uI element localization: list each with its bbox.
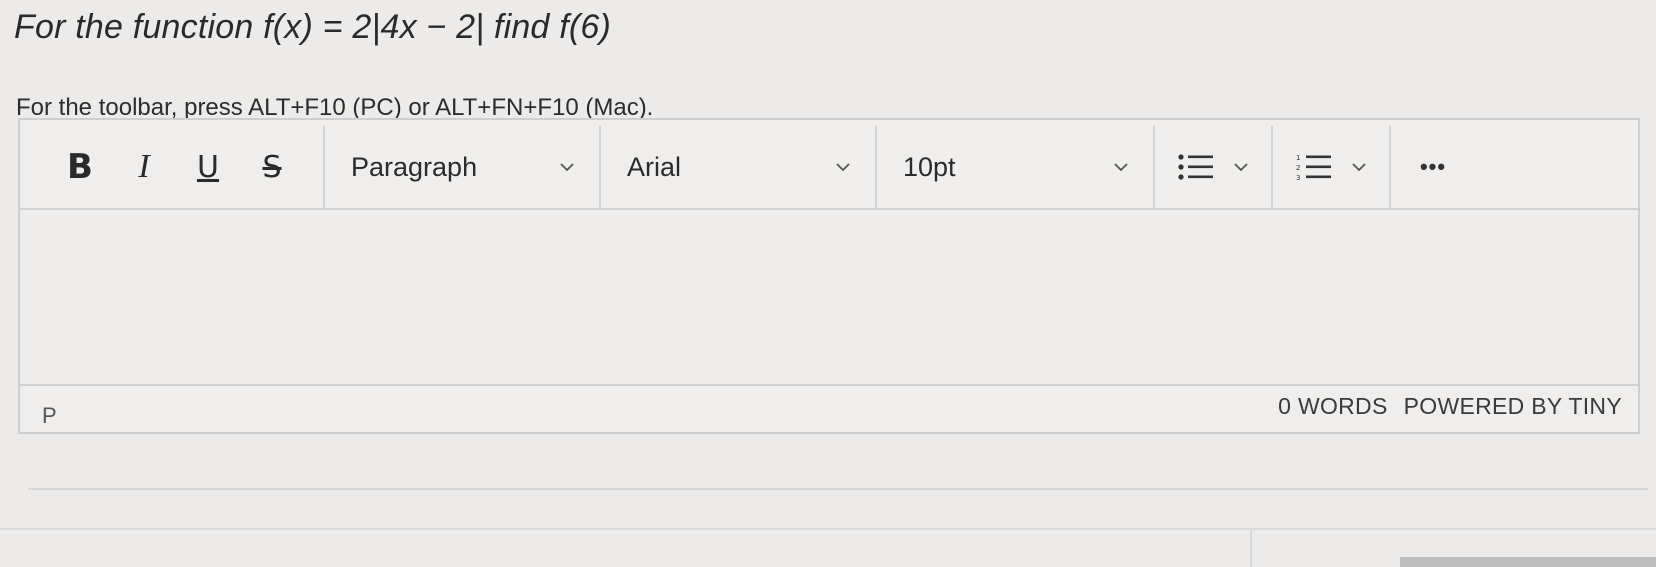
block-format-value: Paragraph [351,151,478,182]
chevron-down-icon [1234,163,1248,172]
chevron-down-icon [1114,163,1128,172]
bold-button[interactable]: B [48,139,112,195]
underline-button[interactable]: U [176,139,240,195]
block-format-select[interactable]: Paragraph [325,126,601,208]
rich-text-editor: B I U S Paragraph Arial 10pt 1 2 3 ••• P… [18,118,1640,434]
italic-button[interactable]: I [112,139,176,195]
editor-toolbar: B I U S Paragraph Arial 10pt 1 2 3 ••• [20,126,1638,210]
editor-content-area[interactable] [20,210,1638,384]
svg-text:2: 2 [1296,164,1300,172]
divider [28,488,1648,490]
more-icon: ••• [1419,154,1447,179]
bullet-list-button[interactable] [1155,126,1273,208]
powered-by-link[interactable]: POWERED BY TINY [1404,393,1622,420]
question-middle: find [484,8,560,46]
numbered-list-button[interactable]: 1 2 3 [1273,126,1391,208]
bottom-separator [1250,528,1252,567]
font-size-select[interactable]: 10pt [877,126,1155,208]
editor-statusbar: P 0 WORDS POWERED BY TINY [20,384,1638,432]
svg-text:1: 1 [1296,154,1300,162]
bullet-list-icon [1178,154,1213,180]
numbered-list-icon: 1 2 3 [1296,154,1331,182]
strikethrough-button[interactable]: S [240,139,304,195]
format-button-group: B I U S [20,126,325,208]
question-text: For the function f(x) = 2|4x − 2| find f… [14,8,611,47]
chevron-down-icon [836,163,850,172]
chevron-down-icon [1352,163,1366,172]
more-button[interactable]: ••• [1391,126,1475,208]
svg-text:3: 3 [1296,174,1300,182]
status-right: 0 WORDS POWERED BY TINY [1278,393,1638,420]
question-prefix: For the function [14,8,264,46]
font-family-value: Arial [627,151,682,182]
word-count[interactable]: 0 WORDS [1278,393,1387,420]
font-size-value: 10pt [903,151,956,182]
question-target: f(6) [559,8,612,46]
element-path[interactable]: P [20,403,57,429]
bottom-bar [1400,557,1656,567]
bottom-divider [0,528,1656,530]
question-equation: f(x) = 2|4x − 2| [263,8,485,46]
chevron-down-icon [560,163,574,172]
font-family-select[interactable]: Arial [601,126,877,208]
